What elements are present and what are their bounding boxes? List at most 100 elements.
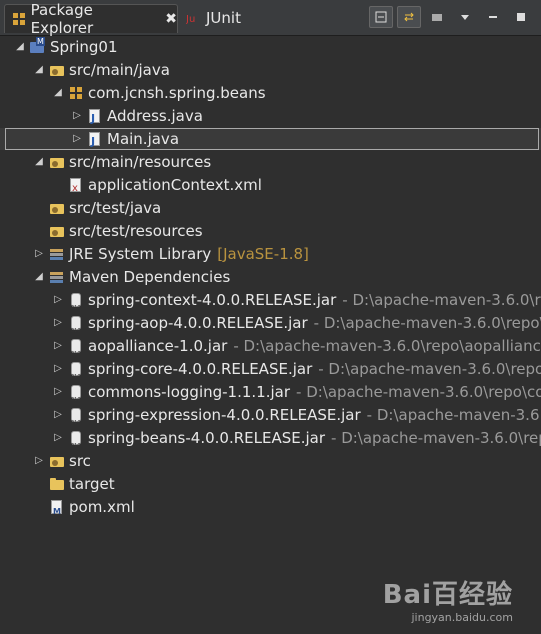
expand-arrow-icon[interactable]: ▷ [71,110,83,122]
expand-arrow-icon[interactable]: ▷ [52,363,64,375]
collapse-arrow-icon[interactable]: ◢ [33,271,45,283]
package-explorer-view: Package Explorer ✖ Ju JUnit ◢ M Spring01… [0,0,541,634]
tree-item-label: target [69,475,115,493]
source-folder-icon [49,154,65,170]
tree-item[interactable]: ▷ src [0,450,541,472]
tree-item[interactable]: ▷ spring-core-4.0.0.RELEASE.jar - D:\apach… [0,358,541,388]
tree-item[interactable]: ▷ commons-logging-1.1.1.jar - D:\apache-ma… [0,381,541,411]
tree-item[interactable]: ◢ src/main/resources [0,151,541,173]
focus-icon[interactable] [425,6,449,28]
tree-item-decoration: - D:\apache-maven-3.6.0\repo [331,429,541,447]
tree-item-label: src/test/resources [69,222,203,240]
package-explorer-icon [11,11,27,27]
tree-item[interactable]: pom.xml [0,496,541,523]
tree-item-label: com.jcnsh.spring.beans [88,84,266,102]
pom-file-icon [49,499,65,523]
tree-item-label: src/test/java [69,199,162,217]
tree-item-label: Address.java [107,107,203,125]
junit-icon: Ju [186,10,202,26]
expand-arrow-icon[interactable]: ▷ [33,455,45,467]
source-folder-icon [49,223,65,239]
tree-item-label: spring-beans-4.0.0.RELEASE.jar [88,429,326,447]
source-folder-icon [49,62,65,78]
java-file-icon [87,131,103,153]
jar-icon [68,292,84,319]
collapse-arrow-icon[interactable]: ◢ [33,156,45,168]
watermark-url: jingyan.baidu.com [411,611,513,624]
tree-item[interactable]: ▷ Address.java [0,105,541,130]
tree-item[interactable]: ▷ spring-expression-4.0.0.RELEASE.jar - D:… [0,404,541,434]
tree-item-decoration: - D:\apache-maven-3.6.0\repo\o [313,314,541,332]
expand-arrow-icon[interactable]: ▷ [52,340,64,352]
expand-arrow-icon[interactable]: ▷ [52,317,64,329]
tree-item-label: applicationContext.xml [88,176,262,194]
tab-junit[interactable]: Ju JUnit [180,4,260,32]
tree-item[interactable]: ▷ JRE System Library [JavaSE-1.8] [0,243,541,265]
xml-file-icon [68,177,84,200]
tree-item[interactable]: target [0,473,541,495]
tree-item[interactable]: ◢ com.jcnsh.spring.beans [0,82,541,104]
jar-icon [68,361,84,388]
tree-item[interactable]: applicationContext.xml [0,174,541,200]
view-toolbar [369,6,533,28]
minimize-icon[interactable] [481,6,505,28]
collapse-arrow-icon[interactable]: ◢ [14,41,26,53]
jar-icon [68,315,84,342]
tree-item-decoration: - D:\apache-maven-3.6.0\repo\aopalliance… [233,337,541,355]
tree-item-label: Spring01 [50,38,118,56]
watermark-logo: Bai百经验 [382,580,513,610]
tree-item-decoration: - D:\apache-maven-3.6.0\repo [342,291,541,309]
tree-item-label: spring-core-4.0.0.RELEASE.jar [88,360,313,378]
link-with-editor-icon[interactable] [397,6,421,28]
jar-icon [68,384,84,411]
tree-item-decoration: - D:\apache-maven-3.6.0\repo\o [318,360,541,378]
tree-item[interactable]: ◢ Spring01 [0,36,541,58]
tab-label: Package Explorer [30,1,94,37]
tree-item-decoration: [JavaSE-1.8] [217,245,309,263]
tree-item-label: src [69,452,91,470]
expand-arrow-icon[interactable]: ▷ [33,248,45,260]
tree-item[interactable]: ◢ Maven Dependencies [0,266,541,288]
tree-item-label: spring-expression-4.0.0.RELEASE.jar [88,406,361,424]
expand-arrow-icon[interactable]: ▷ [52,294,64,306]
close-icon[interactable]: ✖ [165,11,177,27]
expand-arrow-icon[interactable]: ▷ [52,409,64,421]
collapse-all-icon[interactable] [369,6,393,28]
maximize-icon[interactable] [509,6,533,28]
folder-icon [49,476,65,492]
collapse-arrow-icon[interactable]: ◢ [33,64,45,76]
project-icon [30,37,46,55]
source-folder-icon [49,200,65,216]
tab-package-explorer[interactable]: Package Explorer ✖ [4,1,178,37]
tree-item[interactable]: src/test/java [0,197,541,219]
library-icon [49,246,65,262]
tree-item[interactable]: ▷ spring-aop-4.0.0.RELEASE.jar - D:\apache… [0,312,541,342]
tree-item[interactable]: ▷ spring-beans-4.0.0.RELEASE.jar - D:\apac… [0,427,541,457]
tree-item-decoration: - D:\apache-maven-3.6.0\repo\co [296,383,541,401]
expand-arrow-icon[interactable]: ▷ [52,432,64,444]
collapse-arrow-icon[interactable]: ◢ [52,87,64,99]
tree-item-label: spring-aop-4.0.0.RELEASE.jar [88,314,308,332]
expand-arrow-icon[interactable]: ▷ [52,386,64,398]
baidu-watermark: Bai百经验 jingyan.baidu.com [383,574,513,624]
tree-item-label: pom.xml [69,498,135,516]
tree-item[interactable]: ▷Main.java [0,128,541,153]
tree-item[interactable]: ▷ aopalliance-1.0.jar - D:\apache-maven-3.… [0,335,541,365]
jar-icon [68,338,84,365]
tree-item-label: Maven Dependencies [69,268,231,286]
tree-item[interactable]: src/test/resources [0,220,541,242]
tree-item-label: src/main/resources [69,153,212,171]
tree-item-label: commons-logging-1.1.1.jar [88,383,291,401]
package-icon [68,85,84,101]
jar-icon [68,430,84,457]
tree-item-label: JRE System Library [69,245,212,263]
tree-item[interactable]: ◢ src/main/java [0,59,541,81]
tree-item-label: src/main/java [69,61,170,79]
view-menu-icon[interactable] [453,6,477,28]
tree-item[interactable]: ▷ spring-context-4.0.0.RELEASE.jar - D:\ap… [0,289,541,319]
